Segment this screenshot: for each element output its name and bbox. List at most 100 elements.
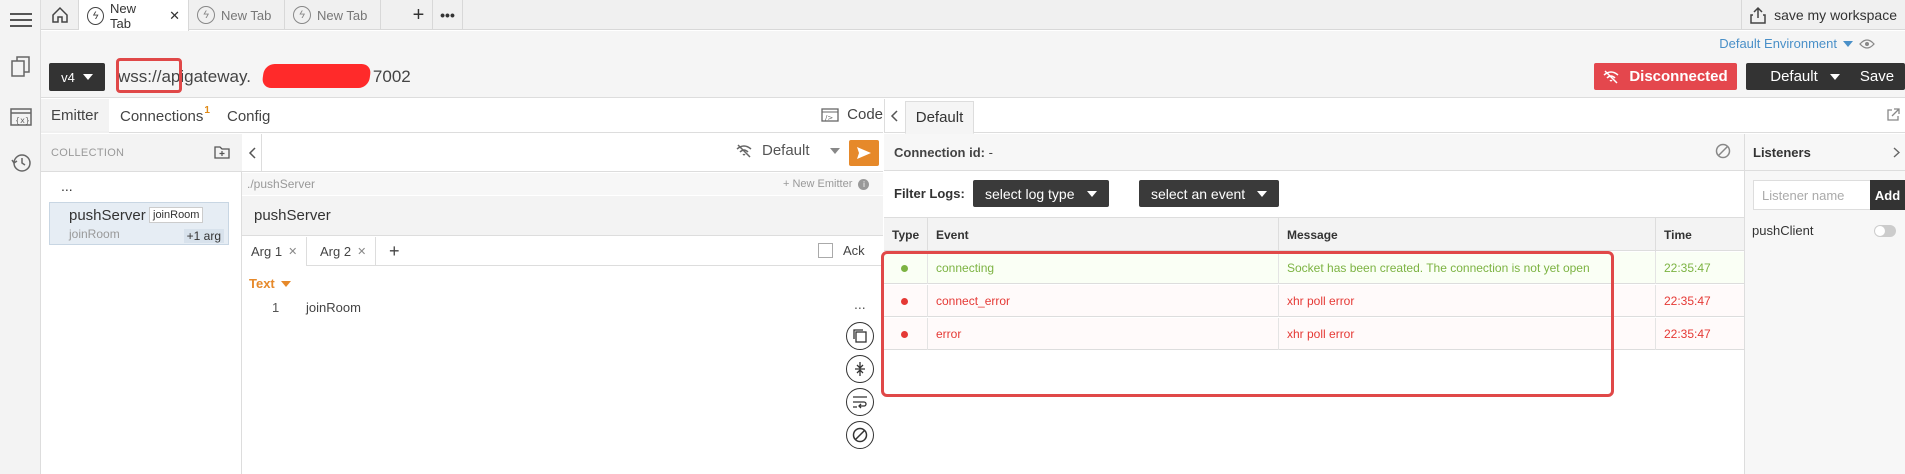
more-options-icon[interactable]: ...	[854, 296, 866, 312]
event-select[interactable]: select an event	[1139, 180, 1280, 207]
caret-down-icon	[82, 74, 93, 80]
line-number: 1	[272, 300, 280, 315]
collection-header: COLLECTION	[41, 134, 242, 172]
caret-down-icon	[1086, 190, 1097, 197]
environment-bar	[41, 31, 1905, 55]
log-type-select[interactable]: select log type	[973, 180, 1109, 207]
filter-logs-label: Filter Logs:	[894, 186, 965, 201]
format-icon[interactable]	[846, 355, 874, 383]
copy-icon[interactable]	[846, 322, 874, 350]
caret-down-icon	[1843, 40, 1853, 47]
code-button[interactable]: /> Code	[821, 106, 883, 123]
emitter-args-badge: +1 arg	[183, 229, 224, 243]
connection-id-label: Connection id:	[894, 144, 985, 160]
arg-type-select[interactable]: Text	[249, 276, 291, 291]
close-icon[interactable]: ✕	[357, 245, 366, 258]
close-tab-icon[interactable]: ✕	[169, 8, 180, 24]
tab-new-tab-2[interactable]: ϟ New Tab	[189, 0, 285, 30]
arg-type-label: Text	[249, 276, 275, 291]
save-workspace-label: save my workspace	[1774, 7, 1897, 23]
close-icon[interactable]: ✕	[288, 245, 297, 258]
emitter-item[interactable]: pushServer joinRoom joinRoom +1 arg	[49, 202, 229, 245]
svg-text:{x}: {x}	[15, 116, 30, 125]
no-wifi-icon	[1603, 69, 1619, 84]
send-icon	[857, 147, 871, 159]
save-workspace-button[interactable]: save my workspace	[1741, 0, 1905, 30]
socket-io-icon: ϟ	[293, 6, 311, 24]
more-tabs-icon[interactable]: •••	[433, 0, 463, 30]
arg-value[interactable]: joinRoom	[306, 300, 361, 315]
listener-item: pushClient	[1752, 223, 1814, 238]
tab-label: Arg 2	[320, 244, 352, 259]
code-label: Code	[847, 106, 883, 123]
environment-label: Default Environment	[1719, 36, 1837, 51]
emitter-name: pushServer	[69, 207, 146, 224]
listener-toggle[interactable]	[1874, 225, 1896, 237]
tab-new-tab-3[interactable]: ϟ New Tab	[285, 0, 381, 30]
tab-config[interactable]: Config	[217, 99, 280, 133]
popout-icon[interactable]	[1886, 108, 1900, 122]
editor-env-label: Default	[762, 142, 810, 159]
redaction-scribble	[261, 64, 372, 88]
caret-down-icon	[1829, 73, 1840, 80]
tab-label: New Tab	[109, 0, 136, 31]
save-button[interactable]: Save	[1849, 63, 1905, 90]
tab-arg-2[interactable]: Arg 2 ✕	[311, 237, 377, 266]
home-tab[interactable]	[41, 0, 79, 30]
time-cell: 22:35:47	[1664, 261, 1711, 275]
collapse-left-icon[interactable]	[884, 99, 904, 133]
send-button[interactable]	[849, 140, 879, 166]
wrap-icon[interactable]	[846, 388, 874, 416]
collection-ellipsis[interactable]: ...	[61, 178, 73, 194]
disconnected-button[interactable]: Disconnected	[1594, 63, 1737, 90]
log-type-label: select log type	[985, 185, 1075, 202]
version-select[interactable]: v4	[49, 63, 105, 91]
socket-io-icon: ϟ	[87, 6, 104, 25]
tab-emitter[interactable]: Emitter	[41, 99, 109, 133]
tab-connections[interactable]: Connections 1	[110, 99, 220, 133]
home-icon	[51, 6, 68, 23]
copy-icon[interactable]	[6, 52, 36, 82]
tab-label: Emitter	[51, 106, 99, 124]
url-suffix: 7002	[372, 67, 411, 86]
time-cell: 22:35:47	[1664, 294, 1711, 308]
add-tab-icon[interactable]: +	[405, 0, 433, 30]
emitter-name-field[interactable]: pushServer	[242, 196, 883, 236]
add-arg-icon[interactable]: +	[380, 237, 409, 266]
col-type: Type	[884, 218, 928, 252]
environment-icon[interactable]: {x}	[6, 102, 36, 132]
add-listener-button[interactable]: Add	[1870, 180, 1905, 210]
share-icon	[1750, 6, 1766, 24]
clear-icon[interactable]	[846, 421, 874, 449]
left-rail: {x}	[0, 0, 41, 474]
ack-checkbox[interactable]: Ack	[818, 243, 865, 258]
caret-down-icon	[280, 280, 291, 287]
info-icon: i	[858, 179, 870, 190]
new-emitter-button[interactable]: + New Emitter i	[783, 178, 870, 190]
status-label: Disconnected	[1629, 68, 1728, 85]
tab-new-tab-1[interactable]: ϟ New Tab ✕	[79, 0, 189, 31]
history-icon[interactable]	[6, 148, 36, 178]
emitter-sub: joinRoom	[69, 227, 120, 241]
listener-name-input[interactable]: Listener name	[1753, 180, 1871, 210]
tab-arg-1[interactable]: Arg 1 ✕	[242, 237, 308, 266]
environment-selector[interactable]: Default Environment	[1719, 36, 1875, 51]
new-folder-icon[interactable]	[214, 145, 230, 159]
collapse-collection-icon[interactable]	[242, 134, 262, 172]
log-table-header: Type Event Message Time	[884, 217, 1744, 252]
checkbox[interactable]	[818, 243, 833, 258]
tab-default[interactable]: Default	[905, 101, 974, 134]
connection-id-value: -	[988, 144, 993, 160]
col-event: Event	[928, 218, 1279, 252]
editor-env-select[interactable]: Default	[736, 142, 840, 159]
menu-icon[interactable]	[6, 5, 36, 35]
tab-bar: ϟ New Tab ✕ ϟ New Tab ϟ New Tab + ••• sa…	[41, 0, 1905, 31]
emitter-tag: joinRoom	[149, 207, 204, 223]
env-dropdown-button[interactable]: Default	[1746, 63, 1864, 90]
highlight-box-logs	[881, 251, 1614, 397]
eye-icon[interactable]	[1859, 38, 1875, 49]
clear-logs-icon[interactable]	[1715, 143, 1731, 159]
env-button-label: Default	[1770, 68, 1818, 85]
chevron-right-icon[interactable]	[1893, 147, 1900, 158]
code-icon: />	[821, 107, 839, 122]
